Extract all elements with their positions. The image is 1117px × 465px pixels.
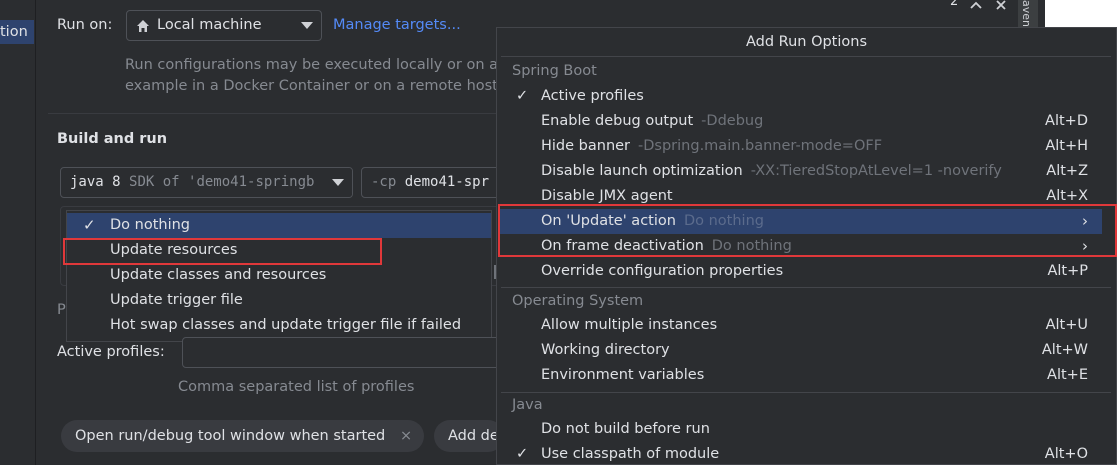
option-label: Enable debug output bbox=[541, 113, 694, 129]
menu-title: Add Run Options bbox=[745, 34, 868, 50]
active-profiles-input[interactable] bbox=[182, 337, 502, 368]
highlight-box bbox=[63, 238, 382, 265]
editor-background bbox=[1045, 0, 1117, 27]
option-shortcut: Alt+E bbox=[1047, 367, 1088, 383]
option-label: Environment variables bbox=[541, 367, 705, 383]
update-option-label: Update trigger file bbox=[110, 292, 243, 308]
update-action-popup: ✓ Do nothing Update resources Update cla… bbox=[66, 210, 492, 342]
home-icon bbox=[137, 20, 149, 32]
option-shortcut: Alt+P bbox=[1047, 263, 1088, 279]
sdk-hint: SDK of 'demo41-springb bbox=[129, 174, 315, 190]
checkmark-icon: ✓ bbox=[83, 216, 96, 234]
active-profiles-hint: Comma separated list of profiles bbox=[178, 379, 415, 395]
option-label: Active profiles bbox=[541, 88, 644, 104]
option-label: Allow multiple instances bbox=[541, 317, 718, 333]
option-label: Working directory bbox=[541, 342, 670, 358]
update-option-label: Update classes and resources bbox=[110, 267, 327, 283]
update-option-label: Do nothing bbox=[110, 217, 191, 233]
maven-label: aven bbox=[1020, 0, 1033, 27]
option-working-directory[interactable]: Working directory Alt+W bbox=[498, 338, 1102, 363]
counter-text: 2 bbox=[950, 0, 959, 9]
option-active-profiles[interactable]: ✓ Active profiles bbox=[498, 84, 1102, 109]
run-on-description-2: example in a Docker Container or on a re… bbox=[125, 78, 498, 94]
option-label: Disable launch optimization bbox=[541, 163, 743, 179]
option-label: Do not build before run bbox=[541, 421, 710, 437]
divider bbox=[501, 287, 1111, 288]
group-operating-system: Operating System bbox=[512, 293, 644, 309]
option-label: Hide banner bbox=[541, 138, 631, 154]
sidebar-item-selected[interactable]: tion bbox=[0, 20, 34, 44]
chevron-down-icon bbox=[301, 22, 313, 29]
sdk-value: java 8 bbox=[70, 174, 121, 190]
chevron-up-icon[interactable] bbox=[969, 0, 983, 10]
active-profiles-label: Active profiles: bbox=[57, 344, 165, 360]
update-option-trigger-file[interactable]: Update trigger file bbox=[67, 288, 491, 313]
option-shortcut: Alt+U bbox=[1045, 317, 1088, 333]
option-shortcut: Alt+W bbox=[1041, 342, 1088, 358]
option-enable-debug-output[interactable]: Enable debug output -Ddebug Alt+D bbox=[498, 109, 1102, 134]
open-tool-window-chip[interactable]: Open run/debug tool window when started … bbox=[61, 420, 424, 452]
divider bbox=[501, 392, 1111, 393]
run-on-label: Run on: bbox=[57, 17, 113, 33]
sidebar-item-label: tion bbox=[0, 24, 28, 40]
option-do-not-build-before-run[interactable]: Do not build before run bbox=[498, 417, 1102, 442]
option-override-configuration-properties[interactable]: Override configuration properties Alt+P bbox=[498, 259, 1102, 284]
option-environment-variables[interactable]: Environment variables Alt+E bbox=[498, 363, 1102, 388]
highlight-box bbox=[498, 204, 1117, 257]
update-option-label: Hot swap classes and update trigger file… bbox=[110, 317, 462, 333]
option-label: Override configuration properties bbox=[541, 263, 784, 279]
option-shortcut: Alt+D bbox=[1045, 113, 1088, 129]
checkmark-icon: ✓ bbox=[516, 88, 529, 104]
run-on-description-1: Run configurations may be executed local… bbox=[125, 57, 498, 73]
option-disable-launch-optimization[interactable]: Disable launch optimization -XX:TieredSto… bbox=[498, 159, 1102, 184]
group-spring-boot: Spring Boot bbox=[512, 63, 597, 79]
divider bbox=[501, 56, 1111, 57]
add-chip[interactable]: Add de bbox=[434, 420, 504, 452]
partial-label: P bbox=[57, 302, 66, 318]
sdk-combo[interactable]: java 8 SDK of 'demo41-springb bbox=[60, 167, 353, 198]
option-shortcut: Alt+H bbox=[1045, 138, 1088, 154]
checkmark-icon: ✓ bbox=[516, 446, 529, 462]
cp-value: demo41-spr bbox=[404, 174, 490, 190]
option-allow-multiple-instances[interactable]: Allow multiple instances Alt+U bbox=[498, 313, 1102, 338]
option-hint: -XX:TieredStopAtLevel=1 -noverify bbox=[750, 163, 1002, 179]
update-option-hot-swap[interactable]: Hot swap classes and update trigger file… bbox=[67, 313, 491, 338]
cp-prefix: -cp bbox=[371, 174, 397, 190]
option-hint: -Dspring.main.banner-mode=OFF bbox=[638, 138, 883, 154]
option-shortcut: Alt+O bbox=[1044, 446, 1088, 462]
update-option-do-nothing[interactable]: ✓ Do nothing bbox=[67, 213, 491, 238]
chip-label: Open run/debug tool window when started bbox=[75, 428, 386, 444]
option-label: Use classpath of module bbox=[541, 446, 720, 462]
run-on-combo[interactable]: Local machine bbox=[126, 10, 322, 41]
close-icon[interactable]: × bbox=[400, 420, 412, 452]
option-hint: -Ddebug bbox=[701, 113, 764, 129]
divider bbox=[48, 113, 498, 114]
update-option-update-classes[interactable]: Update classes and resources bbox=[67, 263, 491, 288]
option-shortcut: Alt+Z bbox=[1046, 163, 1088, 179]
chip-label: Add de bbox=[448, 428, 499, 444]
close-icon[interactable] bbox=[994, 0, 1008, 10]
option-hide-banner[interactable]: Hide banner -Dspring.main.banner-mode=OFF… bbox=[498, 134, 1102, 159]
classpath-field[interactable]: -cp demo41-spr bbox=[361, 167, 501, 198]
manage-targets-link[interactable]: Manage targets... bbox=[333, 17, 461, 33]
maven-tool-strip[interactable]: aven bbox=[1018, 0, 1038, 27]
group-java: Java bbox=[512, 397, 543, 413]
chevron-down-icon bbox=[332, 179, 344, 186]
left-sidebar bbox=[0, 0, 36, 465]
option-use-classpath-of-module[interactable]: ✓ Use classpath of module Alt+O bbox=[498, 442, 1102, 465]
section-heading: Build and run bbox=[57, 131, 168, 147]
run-on-value: Local machine bbox=[157, 17, 262, 33]
